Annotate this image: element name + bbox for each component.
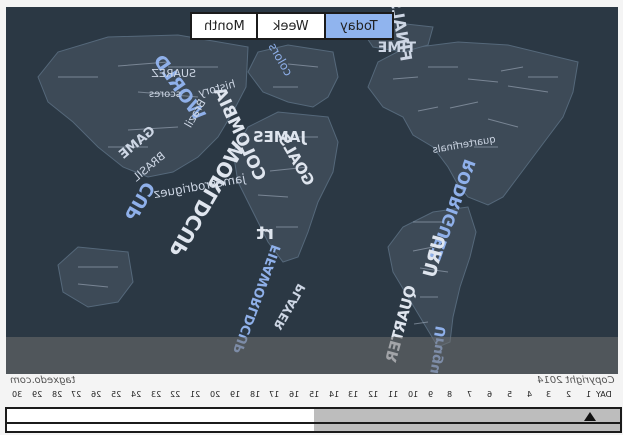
tab-week[interactable]: Week	[258, 14, 326, 38]
day-tick-label: 3	[546, 390, 552, 399]
day-tick-label: 28	[51, 390, 62, 399]
day-tick-label: 10	[407, 390, 419, 399]
day-tick-label: 19	[229, 390, 240, 399]
timeline-handle[interactable]	[584, 412, 596, 421]
word-time: TIME	[378, 40, 416, 56]
day-tick-label: 15	[308, 390, 320, 399]
day-timeline-slider[interactable]	[5, 407, 622, 433]
timeline-track	[7, 422, 620, 424]
day-tick-label: 9	[427, 390, 433, 399]
day-tick-label: 14	[328, 390, 339, 399]
continent-australia	[57, 246, 134, 308]
day-tick-label: 12	[368, 390, 379, 399]
tab-month-label: Month	[203, 18, 245, 34]
word-james: JAMES	[253, 128, 307, 146]
day-tick-label: 13	[348, 390, 359, 399]
day-axis: DAY 1 2 3 4 5 6 7 8 9 10 11 12 13 14 15 16 17 18 19 20 21 22 23…	[6, 388, 618, 406]
range-tab-group: Month Week Today	[190, 12, 394, 40]
day-axis-label: DAY	[596, 390, 612, 399]
map-footer-band	[6, 337, 618, 374]
day-tick-label: 6	[487, 390, 493, 399]
day-tick-label: 30	[12, 390, 23, 399]
day-tick-label: 5	[506, 390, 512, 399]
day-tick-label: 2	[566, 390, 572, 399]
day-tick-label: 1	[586, 390, 592, 399]
day-tick-label: 29	[31, 390, 42, 399]
tab-week-label: Week	[273, 18, 309, 34]
day-tick-label: 16	[289, 390, 300, 399]
day-tick-label: 24	[130, 390, 141, 399]
tab-month[interactable]: Month	[192, 14, 258, 38]
day-tick-label: 17	[269, 390, 280, 399]
day-tick-label: 23	[150, 390, 161, 399]
day-tick-label: 26	[91, 390, 102, 399]
day-tick-label: 25	[110, 390, 122, 399]
map-canvas: FINALS TIME WORLDCUP WORLD CUP COLOMBIA …	[37, 7, 579, 374]
day-tick-label: 21	[190, 390, 201, 399]
tab-today[interactable]: Today	[326, 14, 392, 38]
day-tick-label: 18	[249, 390, 260, 399]
timeline-highlight	[313, 409, 620, 431]
credit-right-text: Copyright 2014	[536, 375, 615, 386]
day-tick-label: 11	[388, 390, 399, 399]
word-player: PLAYER	[271, 282, 308, 333]
footer-credits: tagxedo.com Copyright 2014	[6, 374, 618, 388]
word-rt: rt	[256, 223, 274, 244]
day-tick-label: 8	[447, 390, 453, 399]
word-scores: scores	[149, 89, 181, 100]
day-tick-label: 7	[467, 390, 473, 399]
credit-left-text: tagxedo.com	[10, 375, 76, 386]
day-tick-label: 27	[71, 390, 82, 399]
app-frame: FINALS TIME WORLDCUP WORLD CUP COLOMBIA …	[0, 0, 623, 435]
continent-europe	[247, 44, 339, 108]
tab-today-label: Today	[340, 18, 378, 34]
day-tick-label: 4	[526, 390, 532, 399]
world-map-wordcloud: FINALS TIME WORLDCUP WORLD CUP COLOMBIA …	[6, 7, 618, 374]
word-cup: CUP	[122, 179, 161, 225]
word-suarez: SUAREZ	[151, 67, 196, 80]
day-tick-label: 22	[170, 390, 181, 399]
day-tick-label: 20	[209, 390, 221, 399]
